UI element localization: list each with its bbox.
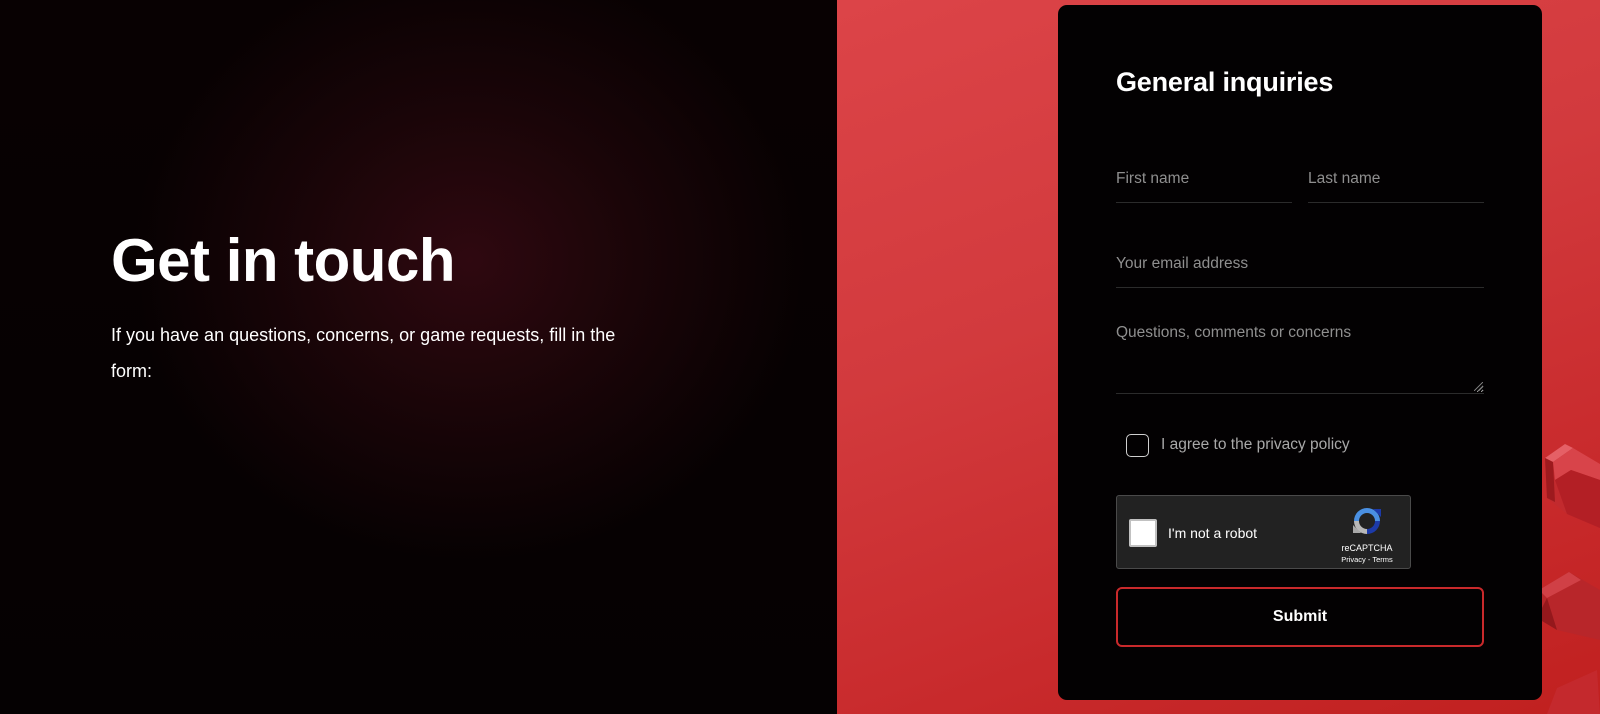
hero-panel: Get in touch If you have an questions, c… bbox=[0, 0, 837, 714]
recaptcha-label: I'm not a robot bbox=[1168, 525, 1258, 541]
submit-button[interactable]: Submit bbox=[1116, 587, 1484, 647]
hero-title: Get in touch bbox=[111, 227, 455, 294]
last-name-input[interactable] bbox=[1308, 155, 1484, 203]
email-input[interactable] bbox=[1116, 240, 1484, 288]
form-title: General inquiries bbox=[1116, 67, 1334, 97]
privacy-agree-row[interactable]: I agree to the privacy policy bbox=[1126, 433, 1350, 457]
resize-grip-icon[interactable] bbox=[1474, 382, 1483, 391]
hero-description: If you have an questions, concerns, or g… bbox=[111, 325, 616, 381]
inquiry-form-card: General inquiries I agree to the privacy… bbox=[1058, 5, 1542, 700]
first-name-input[interactable] bbox=[1116, 155, 1292, 203]
recaptcha-checkbox[interactable] bbox=[1129, 519, 1157, 547]
recaptcha-logo-icon bbox=[1353, 508, 1381, 534]
message-textarea[interactable] bbox=[1116, 323, 1484, 394]
privacy-agree-label[interactable]: I agree to the privacy policy bbox=[1161, 436, 1350, 454]
privacy-checkbox[interactable] bbox=[1126, 433, 1149, 457]
recaptcha-brand: reCAPTCHA bbox=[1341, 543, 1393, 553]
recaptcha-terms-link[interactable]: Privacy - Terms bbox=[1327, 555, 1407, 564]
recaptcha-widget: I'm not a robot reCAPTCHA Privacy - Term… bbox=[1116, 495, 1411, 569]
